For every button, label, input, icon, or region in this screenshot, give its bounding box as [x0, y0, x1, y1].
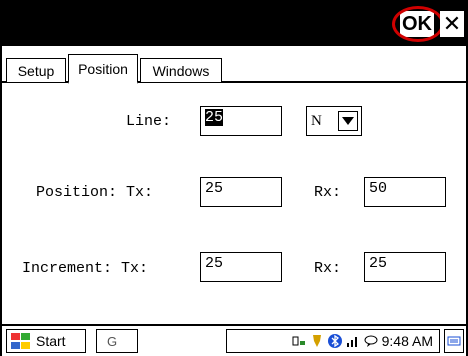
line-input[interactable]: 25: [200, 106, 282, 136]
position-tx-label: Position: Tx:: [36, 184, 154, 201]
increment-rx-label: Rx:: [314, 260, 342, 277]
increment-rx-value: 25: [369, 255, 388, 272]
ok-highlight-circle: [392, 6, 444, 42]
tab-windows[interactable]: Windows: [140, 58, 222, 82]
tab-setup[interactable]: Setup: [6, 58, 66, 82]
position-rx-label: Rx:: [314, 184, 342, 201]
bluetooth-icon[interactable]: [327, 334, 342, 348]
start-button[interactable]: Start: [6, 329, 86, 353]
line-value: 25: [205, 109, 224, 126]
position-rx-input[interactable]: 50: [364, 177, 446, 207]
system-tray: 9:48 AM: [226, 329, 440, 353]
line-label: Line:: [126, 113, 172, 130]
increment-tx-label: Increment: Tx:: [22, 260, 149, 277]
taskbar: Start G 9:48 AM: [2, 324, 466, 356]
position-tx-input[interactable]: 25: [200, 177, 282, 207]
start-label: Start: [36, 333, 66, 349]
increment-tx-value: 25: [205, 255, 224, 272]
position-rx-value: 50: [369, 180, 388, 197]
task-button[interactable]: G: [96, 329, 138, 353]
tab-position[interactable]: Position: [68, 54, 138, 84]
signal-icon[interactable]: [346, 334, 360, 348]
clock[interactable]: 9:48 AM: [382, 333, 433, 349]
direction-select[interactable]: N: [306, 106, 362, 136]
direction-value: N: [311, 112, 322, 129]
title-bar: OK ✕: [2, 2, 466, 46]
chevron-down-icon[interactable]: [338, 111, 358, 131]
close-icon[interactable]: ✕: [440, 11, 464, 37]
keyboard-icon[interactable]: [444, 329, 464, 353]
network-icon[interactable]: [292, 334, 306, 348]
messaging-icon[interactable]: [364, 334, 378, 348]
position-tx-value: 25: [205, 180, 224, 197]
windows-flag-icon: [10, 332, 32, 350]
increment-rx-input[interactable]: 25: [364, 252, 446, 282]
increment-tx-input[interactable]: 25: [200, 252, 282, 282]
power-icon[interactable]: [310, 334, 324, 348]
device-screen: OK ✕ Setup Position Windows Line: 25 N P…: [0, 0, 468, 356]
